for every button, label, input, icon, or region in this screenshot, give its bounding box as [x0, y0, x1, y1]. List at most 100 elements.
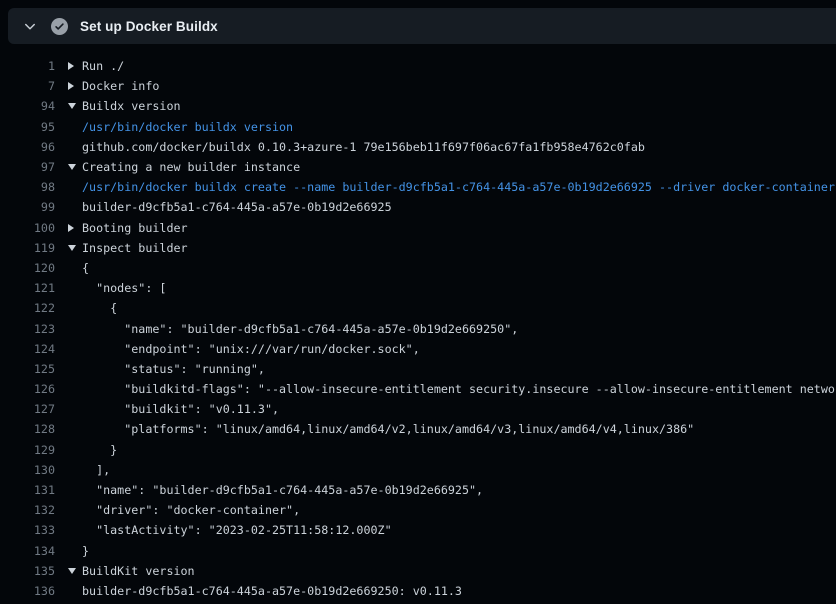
group-expanded-arrow-icon[interactable]: [68, 568, 76, 574]
group-arrow-slot: [68, 164, 82, 170]
log-line-text: "name": "builder-d9cfb5a1-c764-445a-a57e…: [82, 322, 518, 336]
log-line-text: Creating a new builder instance: [82, 160, 300, 174]
log-line: 123 "name": "builder-d9cfb5a1-c764-445a-…: [0, 318, 836, 338]
line-number[interactable]: 122: [0, 301, 55, 315]
log-line: 125 "status": "running",: [0, 359, 836, 379]
log-line-text: "lastActivity": "2023-02-25T11:58:12.000…: [82, 523, 392, 537]
log-line-text: ],: [82, 463, 110, 477]
line-number[interactable]: 134: [0, 544, 55, 558]
group-collapsed-arrow-icon[interactable]: [68, 224, 74, 232]
log-line: 121 "nodes": [: [0, 278, 836, 298]
line-number[interactable]: 128: [0, 422, 55, 436]
log-line-text: }: [82, 443, 117, 457]
log-line: 122 {: [0, 298, 836, 318]
log-line-text: "buildkitd-flags": "--allow-insecure-ent…: [82, 382, 836, 396]
log-line: 129 }: [0, 440, 836, 460]
log-viewer: 1 Run ./ 7 Docker info 94 Buildx version…: [0, 44, 836, 601]
log-line: 124 "endpoint": "unix:///var/run/docker.…: [0, 339, 836, 359]
log-line[interactable]: 119 Inspect builder: [0, 238, 836, 258]
line-number[interactable]: 125: [0, 362, 55, 376]
line-number[interactable]: 135: [0, 564, 55, 578]
group-collapsed-arrow-icon[interactable]: [68, 82, 74, 90]
chevron-down-icon[interactable]: [22, 18, 38, 34]
log-line-text: "nodes": [: [82, 281, 166, 295]
line-number[interactable]: 97: [0, 160, 55, 174]
log-line: 131 "name": "builder-d9cfb5a1-c764-445a-…: [0, 480, 836, 500]
line-number[interactable]: 99: [0, 200, 55, 214]
group-collapsed-arrow-icon[interactable]: [68, 62, 74, 70]
log-line-text: "driver": "docker-container",: [82, 503, 300, 517]
log-line: 133 "lastActivity": "2023-02-25T11:58:12…: [0, 520, 836, 540]
group-arrow-slot: [68, 245, 82, 251]
group-expanded-arrow-icon[interactable]: [68, 164, 76, 170]
group-expanded-arrow-icon[interactable]: [68, 245, 76, 251]
group-arrow-slot: [68, 82, 82, 90]
step-header[interactable]: Set up Docker Buildx: [8, 8, 836, 44]
group-arrow-slot: [68, 62, 82, 70]
line-number[interactable]: 132: [0, 503, 55, 517]
log-line[interactable]: 97 Creating a new builder instance: [0, 157, 836, 177]
line-number[interactable]: 127: [0, 402, 55, 416]
log-line-text: "name": "builder-d9cfb5a1-c764-445a-a57e…: [82, 483, 483, 497]
group-expanded-arrow-icon[interactable]: [68, 103, 76, 109]
log-line-text: Buildx version: [82, 99, 181, 113]
line-number[interactable]: 100: [0, 221, 55, 235]
line-number[interactable]: 94: [0, 99, 55, 113]
group-arrow-slot: [68, 103, 82, 109]
log-line: 127 "buildkit": "v0.11.3",: [0, 399, 836, 419]
log-line[interactable]: 7 Docker info: [0, 76, 836, 96]
log-line[interactable]: 1 Run ./: [0, 56, 836, 76]
log-line-text: BuildKit version: [82, 564, 195, 578]
log-line: 120 {: [0, 258, 836, 278]
log-line-text: {: [82, 261, 89, 275]
log-line: 99 builder-d9cfb5a1-c764-445a-a57e-0b19d…: [0, 197, 836, 217]
log-line-text: Docker info: [82, 79, 159, 93]
group-arrow-slot: [68, 568, 82, 574]
log-line: 95 /usr/bin/docker buildx version: [0, 117, 836, 137]
log-line-text: "endpoint": "unix:///var/run/docker.sock…: [82, 342, 420, 356]
log-line-text: "status": "running",: [82, 362, 265, 376]
log-line: 130 ],: [0, 460, 836, 480]
log-line: 134 }: [0, 541, 836, 561]
line-number[interactable]: 96: [0, 140, 55, 154]
log-line-text: builder-d9cfb5a1-c764-445a-a57e-0b19d2e6…: [82, 584, 462, 598]
line-number[interactable]: 129: [0, 443, 55, 457]
line-number[interactable]: 119: [0, 241, 55, 255]
log-line-text: /usr/bin/docker buildx create --name bui…: [82, 180, 835, 194]
line-number[interactable]: 124: [0, 342, 55, 356]
group-arrow-slot: [68, 224, 82, 232]
log-line-text: github.com/docker/buildx 0.10.3+azure-1 …: [82, 140, 645, 154]
line-number[interactable]: 120: [0, 261, 55, 275]
log-line-text: }: [82, 544, 89, 558]
line-number[interactable]: 1: [0, 59, 55, 73]
line-number[interactable]: 126: [0, 382, 55, 396]
log-line: 128 "platforms": "linux/amd64,linux/amd6…: [0, 419, 836, 439]
line-number[interactable]: 131: [0, 483, 55, 497]
log-line-text: builder-d9cfb5a1-c764-445a-a57e-0b19d2e6…: [82, 200, 392, 214]
line-number[interactable]: 7: [0, 79, 55, 93]
line-number[interactable]: 121: [0, 281, 55, 295]
log-line-text: "platforms": "linux/amd64,linux/amd64/v2…: [82, 422, 694, 436]
log-line-text: "buildkit": "v0.11.3",: [82, 402, 279, 416]
step-title: Set up Docker Buildx: [80, 19, 218, 34]
line-number[interactable]: 136: [0, 584, 55, 598]
log-line: 132 "driver": "docker-container",: [0, 500, 836, 520]
check-circle-icon: [51, 18, 68, 35]
line-number[interactable]: 130: [0, 463, 55, 477]
log-line-text: {: [82, 301, 117, 315]
line-number[interactable]: 98: [0, 180, 55, 194]
log-line[interactable]: 94 Buildx version: [0, 96, 836, 116]
log-line: 96 github.com/docker/buildx 0.10.3+azure…: [0, 137, 836, 157]
log-line[interactable]: 100 Booting builder: [0, 218, 836, 238]
line-number[interactable]: 123: [0, 322, 55, 336]
line-number[interactable]: 95: [0, 120, 55, 134]
line-number[interactable]: 133: [0, 523, 55, 537]
log-line-text: Inspect builder: [82, 241, 188, 255]
log-line-text: /usr/bin/docker buildx version: [82, 120, 293, 134]
log-line: 136 builder-d9cfb5a1-c764-445a-a57e-0b19…: [0, 581, 836, 601]
log-line-text: Run ./: [82, 59, 124, 73]
log-line: 126 "buildkitd-flags": "--allow-insecure…: [0, 379, 836, 399]
log-line[interactable]: 135 BuildKit version: [0, 561, 836, 581]
log-line-text: Booting builder: [82, 221, 188, 235]
log-line: 98 /usr/bin/docker buildx create --name …: [0, 177, 836, 197]
